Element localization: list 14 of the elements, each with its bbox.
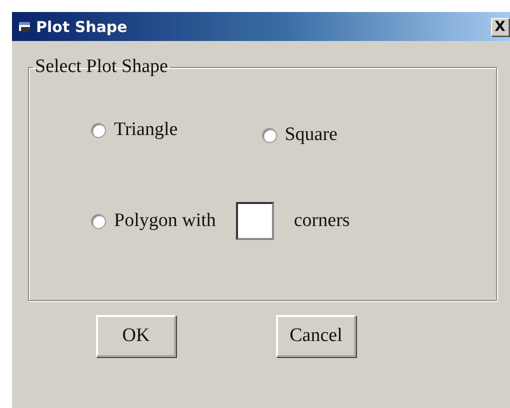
group-label: Select Plot Shape <box>34 56 169 78</box>
radio-button[interactable] <box>91 122 106 138</box>
dialog-button[interactable]: OK <box>96 315 176 357</box>
radio-button[interactable] <box>262 128 277 142</box>
option-label: Polygon with <box>114 210 216 232</box>
window-title: Plot Shape <box>36 18 128 36</box>
corners-input[interactable] <box>236 202 274 240</box>
window-icon <box>18 20 32 32</box>
radio-button[interactable] <box>91 214 106 228</box>
dialog-button[interactable]: Cancel <box>276 315 356 357</box>
close-button[interactable]: X <box>491 18 509 36</box>
option-label: Square <box>284 124 338 146</box>
option-label: Triangle <box>114 119 178 141</box>
corners-label: corners <box>294 210 350 232</box>
